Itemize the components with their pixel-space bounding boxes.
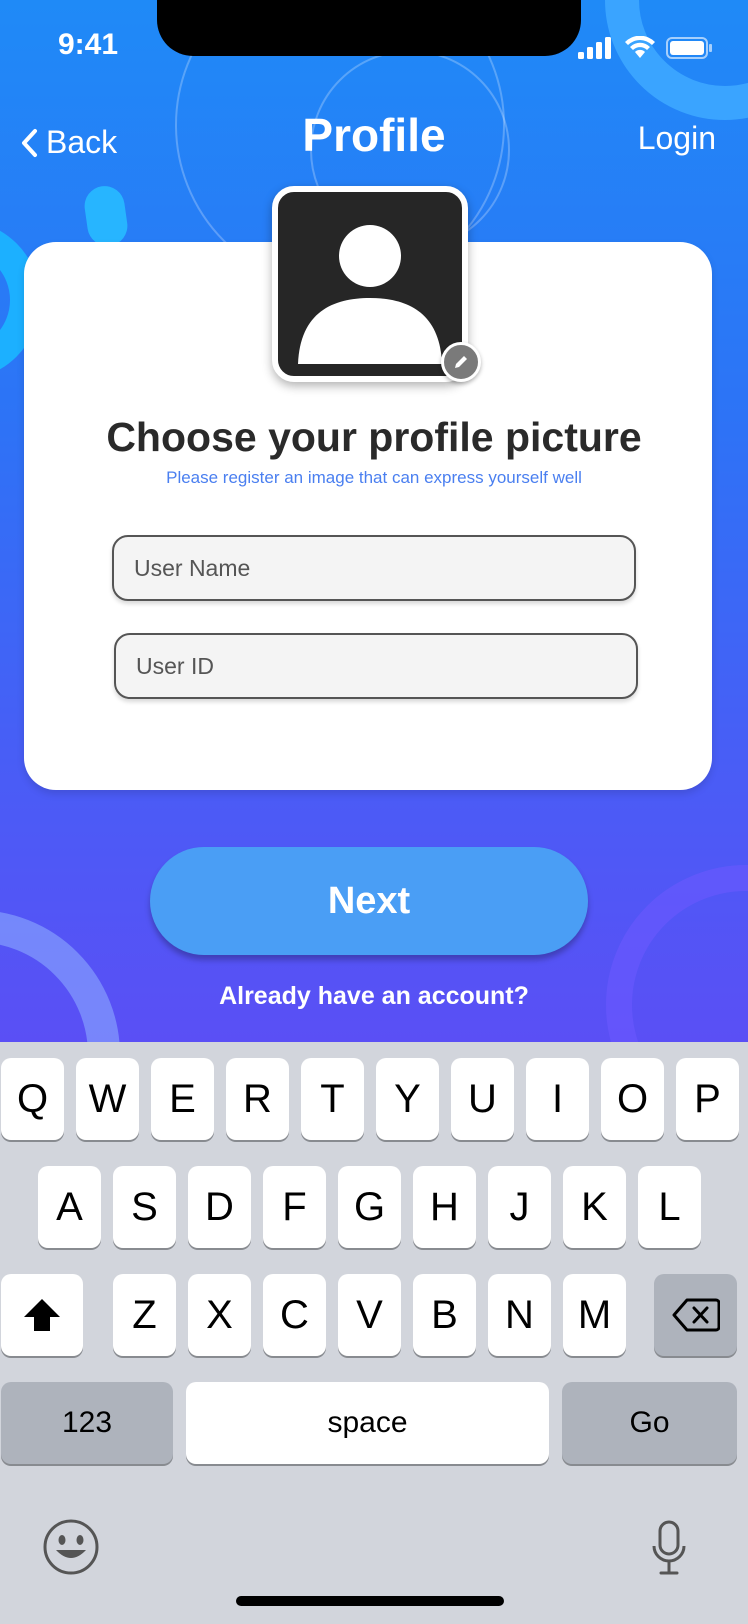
decor-ring: [0, 910, 120, 1042]
key-s[interactable]: S: [113, 1166, 176, 1248]
status-icons: [578, 36, 712, 60]
key-z[interactable]: Z: [113, 1274, 176, 1356]
userid-input[interactable]: [114, 633, 638, 699]
key-r[interactable]: R: [226, 1058, 289, 1140]
pencil-icon: [455, 356, 467, 368]
key-d[interactable]: D: [188, 1166, 251, 1248]
status-time: 9:41: [58, 28, 119, 61]
key-u[interactable]: U: [451, 1058, 514, 1140]
go-key[interactable]: Go: [562, 1382, 737, 1464]
key-n[interactable]: N: [488, 1274, 551, 1356]
login-link[interactable]: Login: [638, 120, 716, 157]
already-have-account-link[interactable]: Already have an account?: [0, 982, 748, 1011]
key-j[interactable]: J: [488, 1166, 551, 1248]
key-v[interactable]: V: [338, 1274, 401, 1356]
username-input[interactable]: [112, 535, 636, 601]
key-e[interactable]: E: [151, 1058, 214, 1140]
key-m[interactable]: M: [563, 1274, 626, 1356]
page-title: Profile: [302, 109, 446, 161]
space-key[interactable]: space: [186, 1382, 549, 1464]
delete-key[interactable]: [654, 1274, 737, 1356]
shift-key[interactable]: [1, 1274, 83, 1356]
decor-ring: [606, 865, 748, 1042]
key-w[interactable]: W: [76, 1058, 139, 1140]
key-p[interactable]: P: [676, 1058, 739, 1140]
key-b[interactable]: B: [413, 1274, 476, 1356]
key-q[interactable]: Q: [1, 1058, 64, 1140]
emoji-icon[interactable]: [42, 1518, 100, 1576]
microphone-icon[interactable]: [650, 1520, 688, 1576]
card-title: Choose your profile picture: [106, 414, 642, 460]
decor-pill: [82, 183, 130, 249]
next-button[interactable]: Next: [150, 847, 588, 955]
avatar[interactable]: [272, 186, 468, 382]
key-f[interactable]: F: [263, 1166, 326, 1248]
battery-icon: [666, 37, 712, 59]
device-notch: [157, 0, 581, 56]
person-icon: [298, 225, 442, 364]
key-c[interactable]: C: [263, 1274, 326, 1356]
app-screen: 9:41 Back Profile Login Choose your prof…: [0, 0, 748, 1042]
shift-icon: [24, 1299, 60, 1331]
numbers-key[interactable]: 123: [1, 1382, 173, 1464]
keyboard: Q W E R T Y U I O P A S D F G H J K L Z …: [0, 1042, 748, 1624]
key-g[interactable]: G: [338, 1166, 401, 1248]
key-k[interactable]: K: [563, 1166, 626, 1248]
key-x[interactable]: X: [188, 1274, 251, 1356]
edit-avatar-button[interactable]: [441, 342, 481, 382]
home-indicator: [236, 1596, 504, 1606]
decor-ring: [605, 0, 748, 120]
key-i[interactable]: I: [526, 1058, 589, 1140]
signal-icon: [578, 37, 611, 59]
key-a[interactable]: A: [38, 1166, 101, 1248]
key-o[interactable]: O: [601, 1058, 664, 1140]
wifi-icon: [625, 36, 655, 58]
key-y[interactable]: Y: [376, 1058, 439, 1140]
key-t[interactable]: T: [301, 1058, 364, 1140]
backspace-icon: [672, 1298, 720, 1332]
key-l[interactable]: L: [638, 1166, 701, 1248]
key-h[interactable]: H: [413, 1166, 476, 1248]
card-subtitle: Please register an image that can expres…: [166, 468, 582, 487]
